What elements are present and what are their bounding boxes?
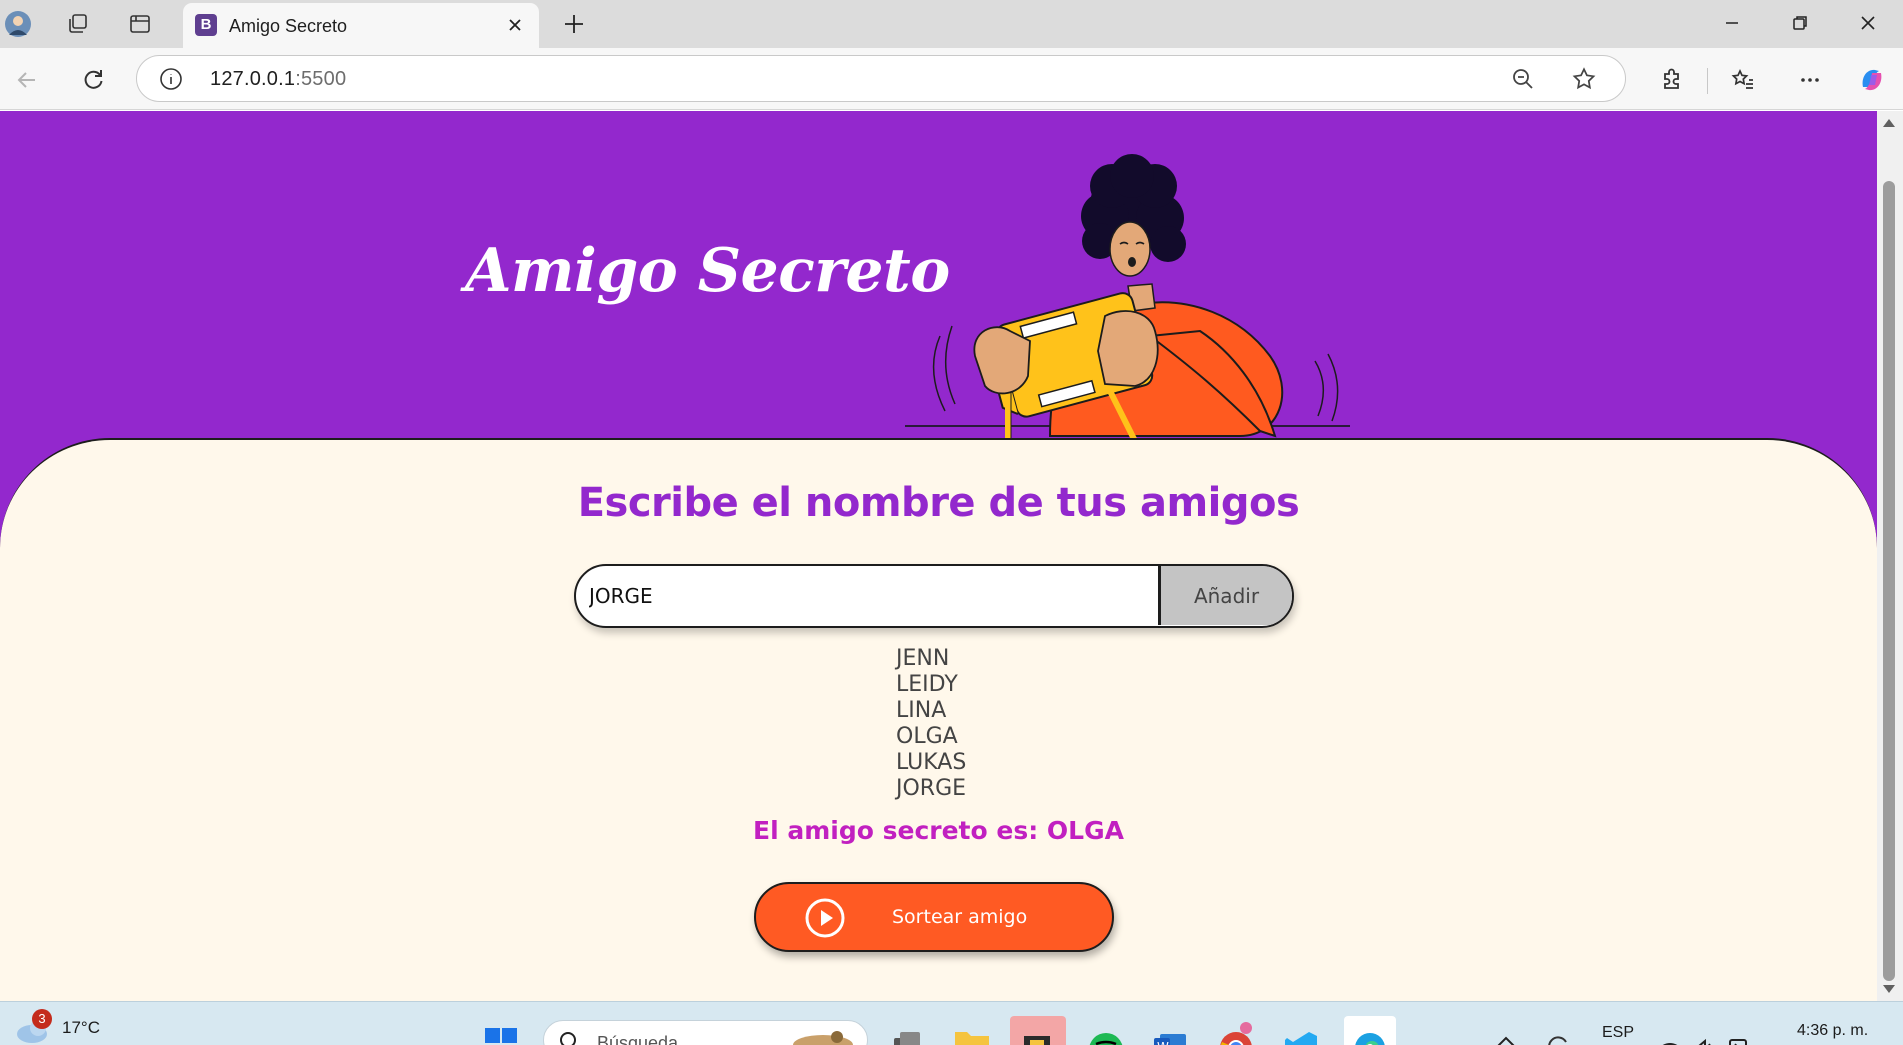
battery-icon[interactable] <box>1724 1016 1752 1045</box>
vscode-icon[interactable] <box>1281 1016 1321 1045</box>
toolbar-divider <box>1707 68 1708 94</box>
new-tab-icon[interactable] <box>558 8 590 40</box>
person-playing-illustration <box>905 154 1350 466</box>
list-item: OLGA <box>896 724 958 749</box>
add-friend-button[interactable]: Añadir <box>1158 566 1292 625</box>
language-indicator[interactable]: ESP <box>1602 1024 1634 1042</box>
minimize-icon[interactable] <box>1698 0 1766 46</box>
volume-icon[interactable] <box>1690 1016 1718 1045</box>
list-item: LEIDY <box>896 672 958 697</box>
back-icon[interactable] <box>10 63 44 97</box>
copilot-icon[interactable] <box>1855 63 1889 97</box>
list-item: JORGE <box>896 776 967 801</box>
reload-icon[interactable] <box>76 63 110 97</box>
taskbar-clock[interactable]: 4:36 p. m. <box>1797 1022 1868 1040</box>
sync-icon[interactable] <box>1542 1016 1572 1045</box>
extensions-icon[interactable] <box>1655 63 1689 97</box>
search-highlight-icon <box>793 1031 853 1045</box>
restore-icon[interactable] <box>1766 0 1834 46</box>
friends-list: JENN LEIDY LINA OLGA LUKAS JORGE <box>896 646 966 802</box>
chrome-icon[interactable] <box>1216 1016 1256 1045</box>
tab-actions-icon[interactable] <box>124 8 156 40</box>
close-tab-icon[interactable] <box>503 13 527 37</box>
list-item: LINA <box>896 698 947 723</box>
bootstrap-favicon-icon: B <box>195 14 217 36</box>
address-bar[interactable]: 127.0.0.1:5500 <box>136 55 1626 102</box>
scrollbar-thumb[interactable] <box>1883 181 1895 981</box>
url-text[interactable]: 127.0.0.1:5500 <box>210 68 346 91</box>
edge-icon[interactable] <box>1344 1016 1396 1045</box>
temperature-label: 17°C <box>62 1018 100 1037</box>
add-friend-form: Añadir <box>574 564 1294 628</box>
close-window-icon[interactable] <box>1834 0 1902 46</box>
browser-toolbar: 127.0.0.1:5500 <box>0 48 1903 110</box>
file-explorer-icon[interactable] <box>952 1016 992 1045</box>
draw-button-label: Sortear amigo <box>892 906 1028 928</box>
vertical-scrollbar[interactable] <box>1877 111 1903 1001</box>
taskbar-app-icon[interactable] <box>1010 1016 1066 1045</box>
page-viewport: Amigo Secreto Escribe el nombre de tus a… <box>0 111 1877 1001</box>
favorite-star-icon[interactable] <box>1571 66 1597 97</box>
section-title: Escribe el nombre de tus amigos <box>577 480 1300 526</box>
wifi-icon[interactable] <box>1656 1016 1684 1045</box>
page-header: Amigo Secreto <box>0 111 1877 466</box>
notification-badge: 3 <box>32 1009 52 1029</box>
browser-tab-bar: B Amigo Secreto <box>0 0 1903 48</box>
windows-start-icon[interactable] <box>483 1016 523 1045</box>
scroll-down-icon[interactable] <box>1882 983 1896 995</box>
task-view-icon[interactable] <box>886 1016 926 1045</box>
zoom-out-icon[interactable] <box>1511 67 1535 96</box>
list-item: JENN <box>896 646 950 671</box>
secret-friend-result: El amigo secreto es: OLGA <box>753 816 1124 845</box>
tab-title: Amigo Secreto <box>229 16 348 36</box>
spotify-icon[interactable] <box>1086 1016 1126 1045</box>
profile-avatar-icon[interactable] <box>2 8 34 40</box>
friend-name-input[interactable] <box>576 566 1159 625</box>
workspaces-icon[interactable] <box>62 8 94 40</box>
search-icon <box>560 1032 576 1045</box>
site-info-icon[interactable] <box>159 67 183 96</box>
play-icon <box>805 898 845 938</box>
weather-widget[interactable]: 3 17°C <box>14 1008 100 1045</box>
list-item: LUKAS <box>896 750 967 775</box>
search-placeholder: Búsqueda <box>597 1033 679 1045</box>
taskbar-search-box[interactable]: Búsqueda <box>543 1020 868 1045</box>
app-title: Amigo Secreto <box>465 236 950 306</box>
scroll-up-icon[interactable] <box>1882 117 1896 129</box>
draw-friend-button[interactable]: Sortear amigo <box>754 882 1114 952</box>
main-content-card: Escribe el nombre de tus amigos Añadir J… <box>0 438 1877 1001</box>
show-hidden-icons-icon[interactable] <box>1492 1016 1520 1045</box>
windows-taskbar: 3 17°C Búsqueda W ESP <box>0 1001 1903 1045</box>
tab-amigo-secreto[interactable]: B Amigo Secreto <box>183 3 539 48</box>
word-icon[interactable]: W <box>1150 1016 1190 1045</box>
svg-text:W: W <box>1157 1040 1169 1045</box>
favorites-icon[interactable] <box>1726 63 1760 97</box>
more-options-icon[interactable] <box>1793 63 1827 97</box>
